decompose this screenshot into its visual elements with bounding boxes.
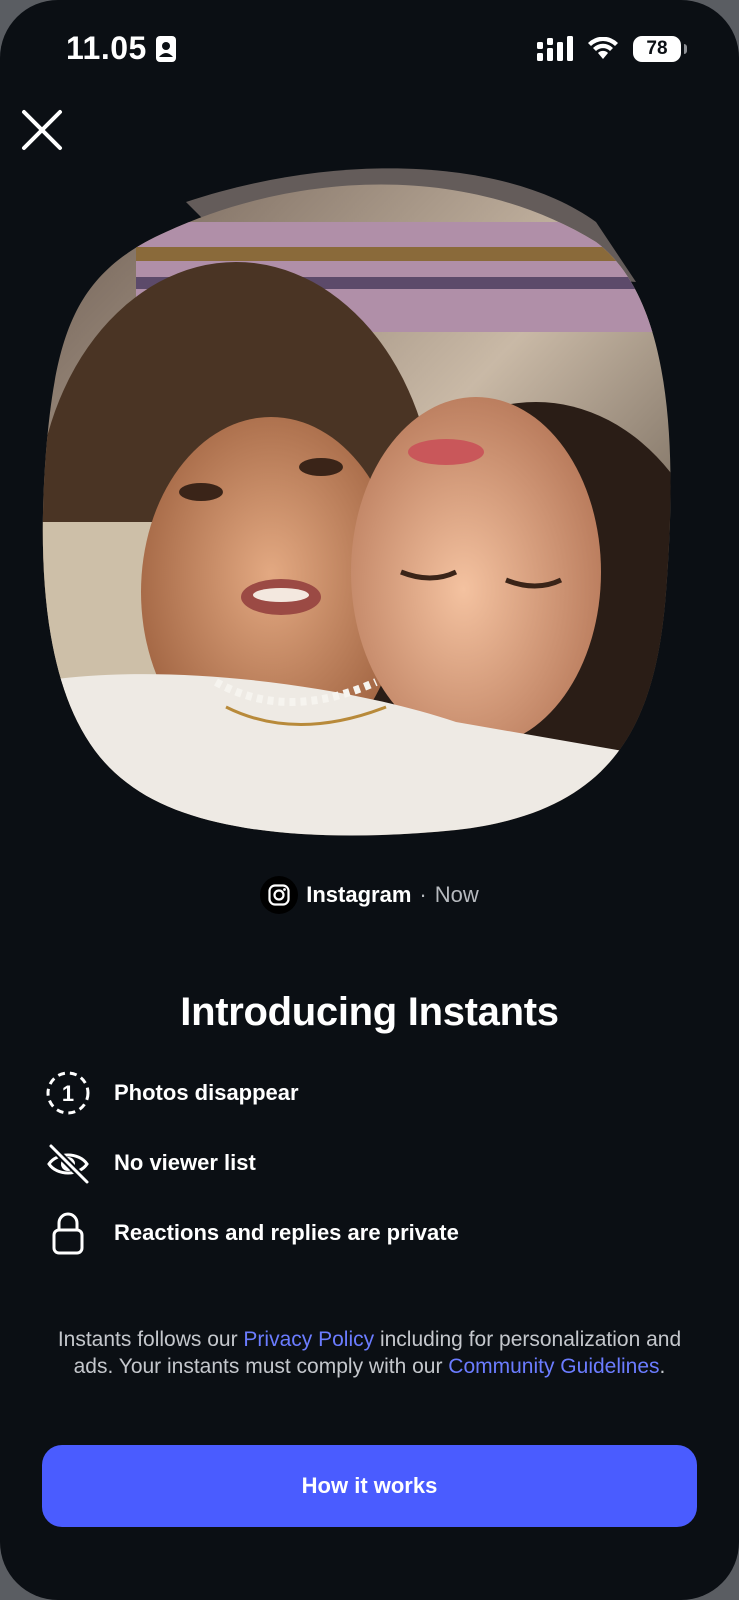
eye-off-icon bbox=[44, 1139, 92, 1187]
legal-text-part: . bbox=[659, 1355, 666, 1378]
instagram-icon bbox=[260, 876, 299, 914]
photo-of-two-girls bbox=[42, 168, 671, 836]
feature-label: No viewer list bbox=[114, 1150, 256, 1175]
wifi-icon bbox=[588, 37, 618, 59]
source-separator: · bbox=[419, 882, 427, 907]
feature-label: Photos disappear bbox=[114, 1080, 299, 1105]
close-icon bbox=[22, 110, 62, 150]
battery-indicator: 78 bbox=[633, 36, 687, 62]
source-app-name: Instagram bbox=[306, 882, 412, 907]
disappear-timer-icon: 1 bbox=[44, 1069, 92, 1117]
feature-label: Reactions and replies are private bbox=[114, 1220, 459, 1245]
screen: 11.05 78 Instagram · Now Introducing Ins… bbox=[0, 0, 739, 1600]
feature-item-no-viewer-list: No viewer list bbox=[44, 1138, 256, 1188]
battery-level: 78 bbox=[646, 38, 668, 59]
source-time: Now bbox=[434, 882, 479, 907]
contact-card-icon bbox=[155, 35, 176, 62]
privacy-policy-link[interactable]: Privacy Policy bbox=[243, 1328, 374, 1351]
feature-item-private-reactions: Reactions and replies are private bbox=[44, 1208, 459, 1258]
legal-text: Instants follows our Privacy Policy incl… bbox=[40, 1326, 699, 1380]
community-guidelines-link[interactable]: Community Guidelines bbox=[448, 1355, 659, 1378]
source-row: Instagram · Now bbox=[0, 876, 739, 914]
lock-icon bbox=[44, 1209, 92, 1257]
status-time: 11.05 bbox=[66, 30, 177, 67]
page-title: Introducing Instants bbox=[180, 990, 559, 1034]
close-button[interactable] bbox=[18, 106, 66, 154]
cellular-signal-icon bbox=[537, 36, 573, 61]
feature-item-photos-disappear: 1 Photos disappear bbox=[44, 1068, 299, 1118]
svg-text:1: 1 bbox=[62, 1081, 74, 1106]
status-bar: 11.05 78 bbox=[0, 0, 739, 100]
how-it-works-button[interactable]: How it works bbox=[42, 1445, 697, 1527]
hero-photo bbox=[36, 162, 686, 842]
time-label: 11.05 bbox=[66, 30, 147, 66]
status-indicators: 78 bbox=[537, 36, 687, 62]
legal-text-part: Instants follows our bbox=[57, 1328, 244, 1351]
